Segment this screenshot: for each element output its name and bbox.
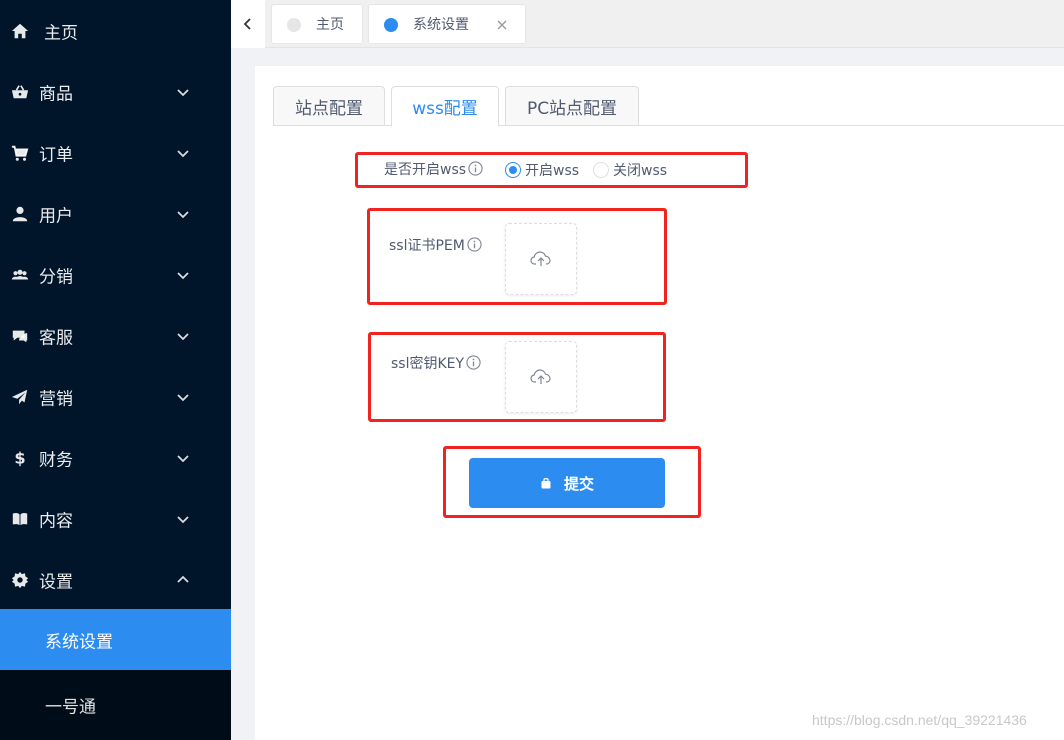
tab-status-dot [384, 18, 398, 32]
gear-icon [11, 571, 29, 589]
sidebar-subitem-yihaotong[interactable]: 一号通 [0, 670, 231, 740]
sidebar-item-label: 分销 [39, 267, 73, 287]
close-icon[interactable] [495, 18, 509, 32]
chevron-down-icon [176, 329, 190, 343]
config-tabs: 站点配置 wss配置 PC站点配置 [273, 86, 1064, 127]
tab-status-dot [287, 18, 301, 32]
chevron-down-icon [176, 146, 190, 160]
tab-label: 系统设置 [413, 17, 469, 33]
sidebar-item-orders[interactable]: 订单 [0, 122, 231, 183]
tab-label: 主页 [316, 17, 344, 33]
sidebar-item-label: 客服 [39, 328, 73, 348]
tab-pc-site-config[interactable]: PC站点配置 [505, 86, 639, 126]
home-icon [11, 22, 29, 40]
ssl-key-upload[interactable] [505, 341, 577, 413]
info-icon[interactable] [466, 355, 481, 370]
tab-system-settings[interactable]: 系统设置 [368, 4, 526, 44]
chevron-up-icon [176, 573, 190, 587]
book-icon [11, 510, 29, 528]
radio-circle [505, 162, 521, 178]
submit-button[interactable]: 提交 [469, 458, 665, 508]
sidebar: 主页 商品 订单 用户 分销 客服 营销 $ 财务 内容 设置 系统设置 一号通 [0, 0, 231, 740]
paper-plane-icon [11, 388, 29, 406]
info-icon[interactable] [468, 161, 483, 176]
ssl-key-label: ssl密钥KEY [391, 354, 481, 374]
cloud-upload-icon [530, 251, 551, 266]
chevron-down-icon [176, 390, 190, 404]
sidebar-item-label: 设置 [39, 572, 73, 592]
sidebar-item-label: 主页 [44, 23, 78, 43]
content-card: 站点配置 wss配置 PC站点配置 是否开启wss 开启wss 关闭wss ss… [255, 66, 1064, 740]
user-icon [11, 205, 29, 223]
chevron-down-icon [176, 85, 190, 99]
sidebar-item-finance[interactable]: $ 财务 [0, 427, 231, 488]
radio-circle [593, 162, 609, 178]
ssl-pem-upload[interactable] [505, 223, 577, 295]
sidebar-subitem-label: 系统设置 [45, 632, 113, 652]
watermark: https://blog.csdn.net/qq_39221436 [812, 712, 1027, 728]
tab-home[interactable]: 主页 [271, 4, 363, 44]
people-icon [11, 266, 29, 284]
tab-site-config[interactable]: 站点配置 [273, 86, 385, 126]
page-tabs-bar: 主页 系统设置 [231, 0, 1064, 48]
sidebar-item-label: 订单 [39, 145, 73, 165]
chevron-down-icon [176, 268, 190, 282]
dollar-icon: $ [11, 449, 29, 467]
chevron-down-icon [176, 451, 190, 465]
tab-label: 站点配置 [295, 98, 363, 119]
info-icon[interactable] [467, 237, 482, 252]
tab-label: PC站点配置 [526, 98, 618, 119]
chevron-down-icon [176, 512, 190, 526]
sidebar-subitem-label: 一号通 [45, 697, 96, 718]
sidebar-item-label: 内容 [39, 511, 73, 531]
svg-text:$: $ [14, 449, 25, 467]
sidebar-item-settings[interactable]: 设置 [0, 549, 231, 610]
chevron-left-icon [243, 18, 251, 30]
sidebar-item-label: 商品 [39, 84, 73, 104]
chat-icon [11, 327, 29, 345]
cart-icon [11, 144, 29, 162]
sidebar-item-distribution[interactable]: 分销 [0, 244, 231, 305]
sidebar-item-content[interactable]: 内容 [0, 488, 231, 549]
sidebar-item-customer-service[interactable]: 客服 [0, 305, 231, 366]
tabs-scroll-left-button[interactable] [231, 0, 265, 48]
wss-enable-label: 是否开启wss [384, 160, 483, 180]
ssl-pem-label: ssl证书PEM [389, 236, 482, 256]
cloud-upload-icon [530, 369, 551, 384]
bag-icon [540, 477, 552, 489]
sidebar-subitem-system-settings[interactable]: 系统设置 [0, 609, 231, 670]
chevron-down-icon [176, 207, 190, 221]
sidebar-item-home[interactable]: 主页 [0, 0, 231, 61]
sidebar-item-marketing[interactable]: 营销 [0, 366, 231, 427]
sidebar-item-products[interactable]: 商品 [0, 61, 231, 122]
sidebar-item-users[interactable]: 用户 [0, 183, 231, 244]
tab-label: wss配置 [412, 99, 478, 119]
radio-wss-on[interactable]: 开启wss [505, 160, 579, 180]
sidebar-item-label: 用户 [39, 206, 73, 226]
sidebar-item-label: 营销 [39, 389, 73, 409]
shopping-basket-icon [11, 83, 29, 101]
tab-wss-config[interactable]: wss配置 [391, 86, 499, 127]
radio-wss-off[interactable]: 关闭wss [593, 160, 667, 180]
sidebar-item-label: 财务 [39, 450, 73, 470]
